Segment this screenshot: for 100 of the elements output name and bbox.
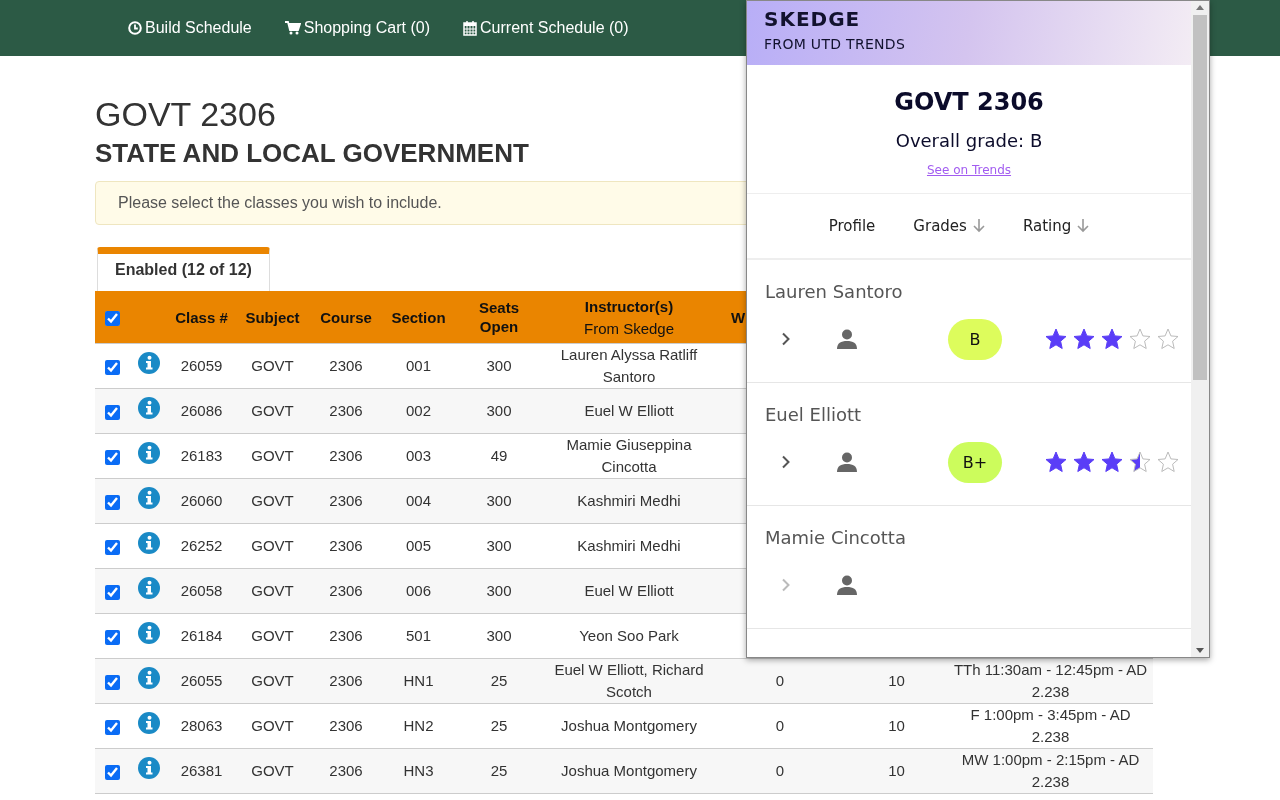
table-cell: GOVT — [251, 357, 294, 374]
cart-icon — [284, 21, 301, 35]
star-icon — [1100, 327, 1124, 351]
table-cell: GOVT — [251, 492, 294, 509]
chevron-icon[interactable] — [781, 455, 791, 469]
table-cell: GOVT — [251, 582, 294, 599]
table-cell: Euel W Elliott — [584, 402, 674, 419]
nav-link[interactable]: Build Schedule — [128, 19, 252, 37]
star-icon — [1072, 327, 1096, 351]
table-cell: 26381 — [180, 762, 223, 779]
column-header: Seats Open — [479, 299, 519, 335]
table-cell: 001 — [406, 357, 431, 374]
table-cell: Euel W Elliott, Richard Scotch — [554, 661, 704, 700]
star-icon — [1100, 450, 1124, 474]
table-cell: 2306 — [329, 627, 363, 644]
table-cell: 003 — [406, 447, 431, 464]
table-cell: Kashmiri Medhi — [577, 492, 681, 509]
overall-grade: Overall grade: B — [895, 129, 1043, 153]
table-cell: 26183 — [180, 447, 223, 464]
table-cell: Joshua Montgomery — [561, 762, 697, 779]
table-cell: 49 — [490, 447, 508, 464]
scrollbar[interactable] — [1191, 1, 1209, 657]
info-icon[interactable] — [138, 487, 160, 509]
row-checkbox[interactable] — [105, 674, 120, 690]
table-cell: MW 1:00pm - 2:15pm - AD 2.238 — [961, 751, 1140, 790]
table-cell: Joshua Montgomery — [561, 717, 697, 734]
table-cell: 25 — [490, 672, 508, 689]
info-icon[interactable] — [138, 397, 160, 419]
scroll-up-icon[interactable] — [1196, 5, 1204, 10]
table-cell: 26086 — [180, 402, 223, 419]
column-header: W — [731, 308, 746, 326]
person-icon[interactable] — [837, 329, 857, 349]
table-cell: 2306 — [329, 672, 363, 689]
course-title: STATE AND LOCAL GOVERNMENT — [95, 137, 529, 169]
row-checkbox[interactable] — [105, 719, 120, 735]
grade-badge: B+ — [948, 441, 1002, 483]
column-header: Class # — [175, 308, 228, 326]
trends-link[interactable]: See on Trends — [926, 163, 1012, 177]
table-cell: 28063 — [180, 717, 223, 734]
brand-tagline: FROM UTD TRENDS — [764, 35, 906, 53]
table-cell: 25 — [490, 717, 508, 734]
nav-link[interactable]: Shopping Cart (0) — [284, 19, 431, 37]
grade-badge: B — [948, 318, 1002, 360]
nav-link[interactable]: Current Schedule (0) — [463, 19, 629, 37]
select-all-checkbox[interactable] — [105, 311, 120, 327]
star-icon — [1044, 327, 1068, 351]
table-cell: 2306 — [329, 582, 363, 599]
table-cell: GOVT — [251, 717, 294, 734]
calendar-icon — [463, 20, 478, 36]
star-icon — [1156, 450, 1180, 474]
row-checkbox[interactable] — [105, 449, 120, 465]
info-icon[interactable] — [138, 577, 160, 599]
row-checkbox[interactable] — [105, 539, 120, 555]
table-cell: 2306 — [329, 402, 363, 419]
column-header: Subject — [245, 308, 300, 326]
row-checkbox[interactable] — [105, 494, 120, 510]
info-icon[interactable] — [138, 667, 160, 689]
star-icon — [1072, 450, 1096, 474]
table-cell: 2306 — [329, 447, 363, 464]
table-cell: 300 — [486, 357, 512, 374]
row-checkbox[interactable] — [105, 404, 120, 420]
row-checkbox[interactable] — [105, 359, 120, 375]
info-icon[interactable] — [138, 622, 160, 644]
table-cell: 004 — [406, 492, 431, 509]
person-icon[interactable] — [837, 575, 857, 595]
tab[interactable]: Enabled (12 of 12) — [97, 247, 270, 291]
info-icon[interactable] — [138, 442, 160, 464]
table-cell: 26252 — [180, 537, 223, 554]
table-cell: Yeon Soo Park — [579, 627, 679, 644]
instructor-name: Mamie Cincotta — [765, 526, 907, 550]
table-cell: 2306 — [329, 357, 363, 374]
table-cell: 501 — [406, 627, 431, 644]
table-cell: Mamie Giuseppina Cincotta — [566, 436, 692, 475]
instructor-name: Euel Elliott — [765, 403, 863, 427]
chevron-icon[interactable] — [781, 332, 791, 346]
table-cell: HN1 — [403, 672, 434, 689]
table-cell: GOVT — [251, 672, 294, 689]
scroll-down-icon[interactable] — [1196, 648, 1204, 653]
info-icon[interactable] — [138, 352, 160, 374]
info-icon[interactable] — [138, 532, 160, 554]
table-cell: 10 — [888, 717, 905, 734]
table-cell: 10 — [888, 762, 905, 779]
table-cell: 005 — [406, 537, 431, 554]
table-cell: 26055 — [180, 672, 223, 689]
column-header: Section — [391, 308, 446, 326]
table-cell: 2306 — [329, 762, 363, 779]
row-checkbox[interactable] — [105, 764, 120, 780]
info-icon[interactable] — [138, 757, 160, 779]
row-checkbox[interactable] — [105, 584, 120, 600]
table-cell: Kashmiri Medhi — [577, 537, 681, 554]
table-cell: GOVT — [251, 762, 294, 779]
info-icon[interactable] — [138, 712, 160, 734]
column-header: Course — [320, 308, 372, 326]
row-checkbox[interactable] — [105, 629, 120, 645]
star-icon — [1128, 450, 1152, 474]
brand-name: SKEDGE — [764, 7, 861, 31]
table-cell: 2306 — [329, 717, 363, 734]
table-cell: 2306 — [329, 537, 363, 554]
table-cell: GOVT — [251, 627, 294, 644]
person-icon[interactable] — [837, 452, 857, 472]
